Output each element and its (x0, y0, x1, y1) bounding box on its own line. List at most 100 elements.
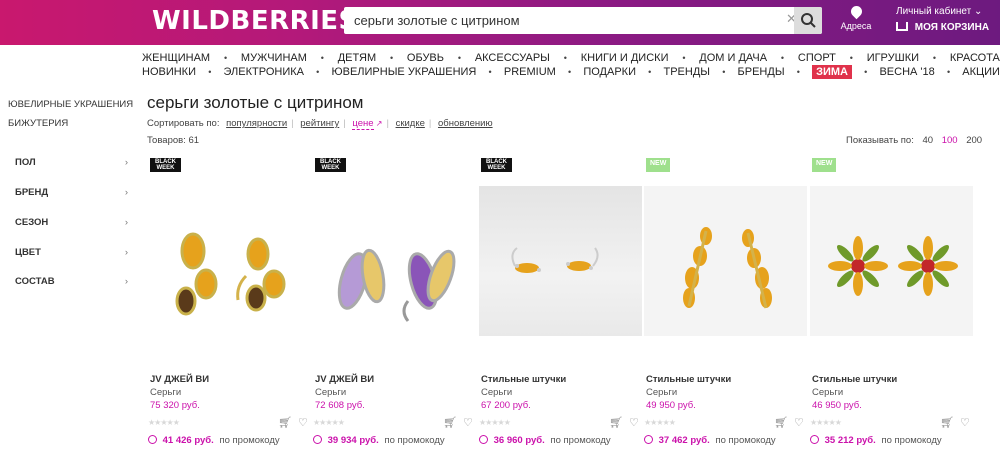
clock-icon (479, 435, 488, 444)
nav-item[interactable]: PREMIUM (504, 66, 556, 78)
add-to-cart-icon[interactable]: 🛒︎ (774, 417, 788, 429)
add-to-cart-icon[interactable]: 🛒︎ (278, 417, 292, 429)
account-menu[interactable]: Личный кабинет ⌄ (896, 6, 982, 17)
add-to-cart-icon[interactable]: 🛒︎ (940, 417, 954, 429)
nav-item[interactable]: ДЕТЯМ (338, 52, 376, 64)
product-brand[interactable]: Стильные штучки (812, 374, 897, 385)
search-button[interactable] (794, 7, 822, 34)
rating-stars: ★★★★★ (313, 418, 345, 427)
nav-item[interactable]: КНИГИ И ДИСКИ (581, 52, 669, 64)
product-brand[interactable]: Стильные штучки (646, 374, 731, 385)
promo-price: 41 426 руб. по промокоду (148, 435, 280, 446)
nav-separator: • (457, 53, 461, 63)
product-brand[interactable]: JV ДЖЕЙ ВИ (150, 374, 209, 385)
favorite-heart-icon[interactable]: ♡ (794, 417, 804, 429)
product-card[interactable]: NEW Стильные штучки Серьги 46 950 руб. ★… (810, 158, 973, 455)
nav-item[interactable]: НОВИНКИ (142, 66, 196, 78)
cart-button[interactable]: МОЯ КОРЗИНА (896, 22, 989, 33)
add-to-cart-icon[interactable]: 🛒︎ (443, 417, 457, 429)
product-image[interactable] (148, 186, 311, 336)
filter-brand[interactable]: БРЕНД › (15, 187, 128, 198)
chevron-right-icon: › (124, 276, 128, 287)
nav-item[interactable]: ЮВЕЛИРНЫЕ УКРАШЕНИЯ (332, 66, 477, 78)
rating-stars: ★★★★★ (644, 418, 676, 427)
per-page-100[interactable]: 100 (942, 135, 958, 146)
product-price: 49 950 руб. (646, 400, 696, 411)
nav-item[interactable]: ТРЕНДЫ (664, 66, 711, 78)
nav-item[interactable]: ЖЕНЩИНАМ (142, 52, 210, 64)
divider: | (386, 118, 389, 129)
product-card[interactable]: BLACK WEEK JV ДЖЕЙ ВИ Серьги 72 608 руб.… (313, 158, 476, 455)
logo[interactable]: WILDBERRIES (152, 6, 358, 36)
nav-item[interactable]: АКСЕССУАРЫ (475, 52, 550, 64)
nav-item[interactable]: БРЕНДЫ (738, 66, 785, 78)
nav-item[interactable]: ПОДАРКИ (583, 66, 636, 78)
product-image[interactable] (479, 186, 642, 336)
promo-price-value: 37 462 руб. (658, 435, 710, 446)
promo-price-value: 41 426 руб. (162, 435, 214, 446)
nav-separator: • (320, 53, 324, 63)
promo-price: 37 462 руб. по промокоду (644, 435, 776, 446)
nav-item[interactable]: СПОРТ (798, 52, 836, 64)
search-box (344, 7, 822, 34)
promo-price: 36 960 руб. по промокоду (479, 435, 611, 446)
favorite-heart-icon[interactable]: ♡ (298, 417, 308, 429)
nav-item[interactable]: ЗИМА (812, 65, 852, 79)
header: WILDBERRIES ✕ Адреса Личный кабинет ⌄ МО… (0, 0, 1000, 45)
nav-item[interactable]: ЭЛЕКТРОНИКА (224, 66, 304, 78)
nav-item[interactable]: ИГРУШКИ (867, 52, 919, 64)
nav-item[interactable]: МУЖЧИНАМ (241, 52, 307, 64)
favorite-heart-icon[interactable]: ♡ (629, 417, 639, 429)
promo-price-value: 36 960 руб. (493, 435, 545, 446)
product-image[interactable] (810, 186, 973, 336)
favorite-heart-icon[interactable]: ♡ (960, 417, 970, 429)
sidebar-link-bijouterie[interactable]: БИЖУТЕРИЯ (8, 117, 134, 136)
favorite-heart-icon[interactable]: ♡ (463, 417, 473, 429)
product-brand[interactable]: Стильные штучки (481, 374, 566, 385)
filter-gender[interactable]: ПОЛ › (15, 157, 128, 168)
nav-separator: • (648, 67, 652, 77)
clock-icon (148, 435, 157, 444)
nav-item[interactable]: АКЦИИ (962, 66, 1000, 78)
chevron-right-icon: › (124, 217, 128, 228)
sort-update[interactable]: обновлению (438, 118, 493, 129)
per-page-40[interactable]: 40 (923, 135, 934, 146)
per-page-200[interactable]: 200 (966, 135, 982, 146)
product-brand[interactable]: JV ДЖЕЙ ВИ (315, 374, 374, 385)
sort-discount[interactable]: скидке (396, 118, 425, 129)
product-card[interactable]: NEW Стильные штучки Серьги 49 950 руб. ★… (644, 158, 807, 455)
sort-popularity[interactable]: популярности (226, 118, 287, 129)
addresses-button[interactable]: Адреса (840, 3, 872, 31)
filter-label: СЕЗОН (15, 217, 49, 228)
new-badge: NEW (812, 158, 837, 172)
product-actions: 🛒︎ ♡ (934, 416, 970, 429)
nav-item[interactable]: ОБУВЬ (407, 52, 444, 64)
rating-stars: ★★★★★ (479, 418, 511, 427)
nav-row-2: НОВИНКИ • ЭЛЕКТРОНИКА • ЮВЕЛИРНЫЕ УКРАШЕНИЯ •… (142, 65, 1000, 79)
promo-price: 35 212 руб. по промокоду (810, 435, 942, 446)
search-input[interactable] (344, 7, 774, 34)
nav-separator: • (796, 67, 800, 77)
product-image[interactable] (313, 186, 476, 336)
add-to-cart-icon[interactable]: 🛒︎ (609, 417, 623, 429)
nav-item[interactable]: КРАСОТА (950, 52, 1000, 64)
filter-color[interactable]: ЦВЕТ › (15, 247, 128, 258)
filter-composition[interactable]: СОСТАВ › (15, 276, 128, 287)
sidebar-link-jewelry[interactable]: ЮВЕЛИРНЫЕ УКРАШЕНИЯ (8, 98, 134, 117)
sort-price[interactable]: цене (352, 118, 374, 130)
product-price: 75 320 руб. (150, 400, 200, 411)
nav-item[interactable]: ВЕСНА '18 (879, 66, 934, 78)
sort-rating[interactable]: рейтингу (300, 118, 339, 129)
nav-separator: • (208, 67, 212, 77)
per-page: Показывать по: 40 100 200 (846, 135, 982, 146)
product-card[interactable]: BLACK WEEK JV ДЖЕЙ ВИ Серьги 75 320 руб.… (148, 158, 311, 455)
filter-season[interactable]: СЕЗОН › (15, 217, 128, 228)
nav-item[interactable]: ДОМ И ДАЧА (699, 52, 767, 64)
product-image[interactable] (644, 186, 807, 336)
filter-label: ЦВЕТ (15, 247, 41, 258)
nav-separator: • (568, 67, 572, 77)
product-card[interactable]: BLACK WEEK Стильные штучки Серьги 67 200… (479, 158, 642, 455)
products-count: Товаров: 61 (147, 135, 200, 146)
clock-icon (810, 435, 819, 444)
promo-price-value: 35 212 руб. (824, 435, 876, 446)
